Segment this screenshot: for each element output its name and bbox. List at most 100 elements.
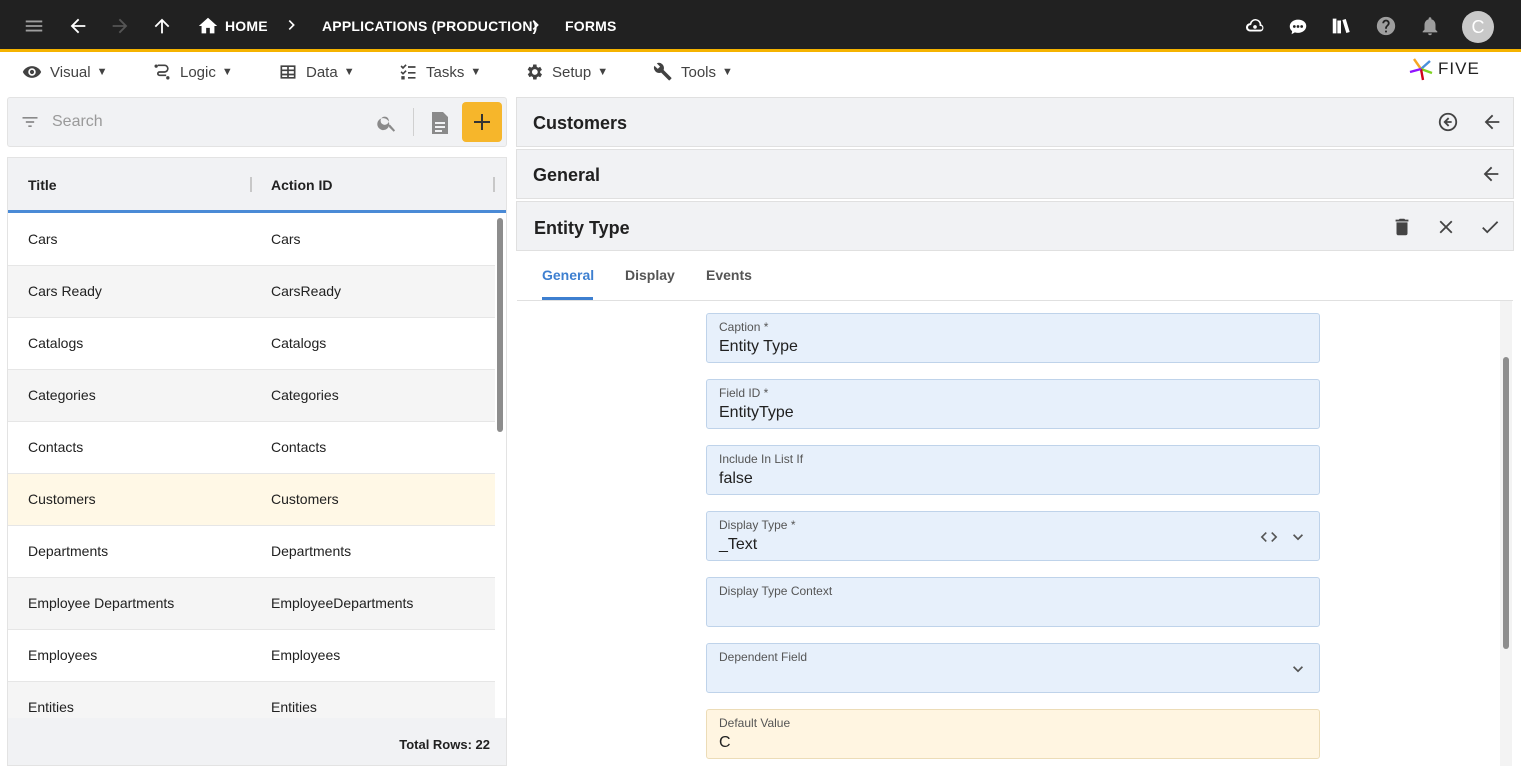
display-type-select[interactable]: Display Type * _Text [706,511,1320,561]
cell-title: Customers [28,491,96,507]
chevron-down-icon[interactable] [1288,527,1308,547]
display-type-context-field[interactable]: Display Type Context [706,577,1320,627]
tab-general[interactable]: General [542,267,594,283]
menu-setup[interactable]: Setup ▼ [524,61,608,83]
tab-display[interactable]: Display [625,267,675,283]
library-icon[interactable] [1327,12,1355,40]
table-row[interactable]: Entities Entities [8,682,495,718]
menu-icon[interactable] [20,12,48,40]
cell-title: Employees [28,647,98,663]
include-in-list-if-value[interactable]: false [719,470,753,488]
column-resize-handle[interactable] [493,177,495,192]
caption-label: Caption * [719,320,769,334]
document-icon[interactable] [428,110,452,141]
default-value-value[interactable]: C [719,734,731,752]
breadcrumb-forms[interactable]: FORMS [565,18,617,34]
cell-action-id: CarsReady [271,283,342,299]
table-row[interactable]: Employee Departments EmployeeDepartments [8,578,495,630]
search-input[interactable] [52,110,372,134]
list-scrollbar-thumb[interactable] [497,218,503,432]
cell-action-id: Categories [271,387,339,403]
breadcrumb-home[interactable]: HOME [225,18,268,34]
table-row[interactable]: Catalogs Catalogs [8,318,495,370]
display-type-value[interactable]: _Text [719,536,757,554]
column-resize-handle[interactable] [250,177,252,192]
chevron-down-icon[interactable] [1288,659,1308,679]
menu-tasks[interactable]: Tasks ▼ [398,61,481,83]
form-scrollbar[interactable] [1500,301,1512,766]
back-arrow-icon[interactable] [1480,110,1504,134]
chevron-right-icon [282,15,302,37]
home-icon[interactable] [194,12,222,40]
menu-data[interactable]: Data ▼ [278,61,355,83]
forward-arrow-icon[interactable] [106,12,134,40]
breadcrumb-applications[interactable]: APPLICATIONS (PRODUCTION) [322,18,538,34]
tools-icon [653,62,672,81]
cloud-sync-icon[interactable] [1241,12,1269,40]
list-scrollbar[interactable] [496,214,506,718]
forms-list: Title Action ID Cars Cars Cars Ready Car… [7,157,507,766]
dependent-field-select[interactable]: Dependent Field [706,643,1320,693]
page-header: General [516,149,1514,199]
checklist-icon [400,64,416,80]
form-scrollbar-thumb[interactable] [1503,357,1509,649]
include-in-list-if-field[interactable]: Include In List If false [706,445,1320,495]
bell-icon[interactable] [1416,12,1444,40]
table-row-selected[interactable]: Customers Customers [8,474,495,526]
cell-action-id: Entities [271,699,317,715]
column-header-title[interactable]: Title [28,177,57,193]
back-arrow-icon[interactable] [1479,162,1503,186]
default-value-field[interactable]: Default Value C [706,709,1320,759]
filter-icon[interactable] [20,112,40,137]
eye-icon [22,66,42,78]
field-id-field[interactable]: Field ID * EntityType [706,379,1320,429]
history-back-icon[interactable] [1436,110,1460,134]
code-icon[interactable] [1259,527,1279,547]
divider [413,108,414,136]
close-icon[interactable] [1434,215,1458,239]
table-row[interactable]: Categories Categories [8,370,495,422]
field-id-value[interactable]: EntityType [719,404,794,422]
help-icon[interactable] [1372,12,1400,40]
display-type-context-label: Display Type Context [719,584,833,598]
form-header: Customers [516,97,1514,147]
five-logo-icon [1409,58,1433,81]
table-row[interactable]: Cars Cars [8,214,495,266]
menu-setup-label: Setup [552,63,592,81]
table-row[interactable]: Cars Ready CarsReady [8,266,495,318]
save-check-icon[interactable] [1478,215,1502,239]
caption-value[interactable]: Entity Type [719,338,798,356]
list-body: Cars Cars Cars Ready CarsReady Catalogs … [8,214,495,718]
add-button[interactable] [462,102,502,142]
top-app-bar: HOME APPLICATIONS (PRODUCTION) FORMS C [0,0,1521,52]
column-header-action-id[interactable]: Action ID [271,177,332,193]
cell-action-id: EmployeeDepartments [271,595,414,611]
menu-tasks-label: Tasks [426,63,465,81]
menu-data-label: Data [306,63,338,81]
caption-field[interactable]: Caption * Entity Type [706,313,1320,363]
field-form: Caption * Entity Type Field ID * EntityT… [517,301,1513,766]
avatar[interactable]: C [1462,11,1494,43]
up-arrow-icon[interactable] [148,12,176,40]
table-row[interactable]: Departments Departments [8,526,495,578]
menu-logic[interactable]: Logic ▼ [152,61,233,83]
cell-title: Catalogs [28,335,84,351]
page-title: General [533,165,601,185]
menu-visual[interactable]: Visual ▼ [22,61,107,83]
cell-action-id: Departments [271,543,352,559]
search-bar [7,97,507,147]
back-arrow-icon[interactable] [64,12,92,40]
list-header: Title Action ID [8,158,506,213]
chat-bot-icon[interactable] [1284,12,1312,40]
tab-events[interactable]: Events [706,267,752,283]
gear-icon [527,64,542,80]
active-tab-indicator [542,297,593,300]
field-id-label: Field ID * [719,386,769,400]
table-row[interactable]: Employees Employees [8,630,495,682]
plus-icon [474,114,490,130]
table-row[interactable]: Contacts Contacts [8,422,495,474]
delete-icon[interactable] [1390,215,1414,239]
cell-title: Cars [28,231,58,247]
search-icon[interactable] [376,112,398,139]
menu-tools[interactable]: Tools ▼ [653,61,733,83]
